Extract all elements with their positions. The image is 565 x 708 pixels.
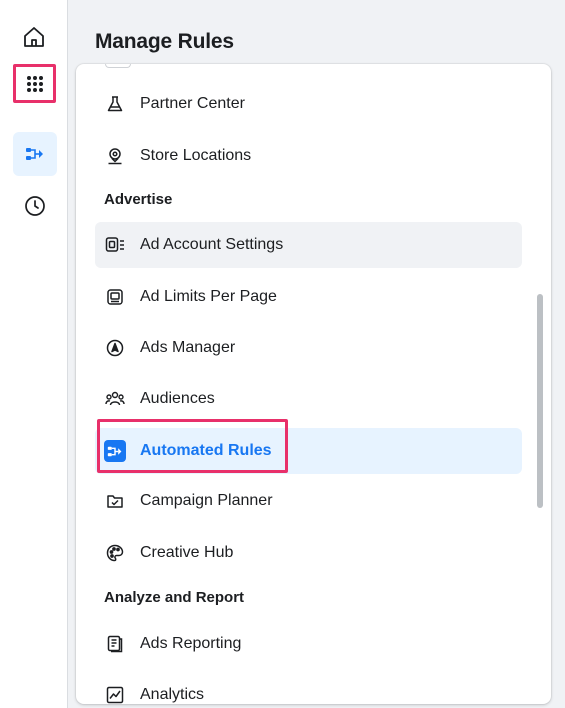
left-rail xyxy=(0,0,68,708)
ad-account-settings-icon xyxy=(104,234,126,256)
campaign-planner-icon xyxy=(104,490,126,512)
section-heading-analyze-and-report: Analyze and Report xyxy=(104,589,245,606)
home-button[interactable] xyxy=(21,24,47,50)
automated-rules-rail-button[interactable] xyxy=(13,132,57,176)
menu-item-label: Audiences xyxy=(140,390,215,407)
menu-item-label: Ad Account Settings xyxy=(140,236,284,253)
report-icon xyxy=(104,633,126,655)
all-tools-button[interactable] xyxy=(21,70,49,98)
page-title: Manage Rules xyxy=(95,30,234,53)
menu-item-label: Analytics xyxy=(140,686,205,703)
people-icon xyxy=(104,388,126,410)
flask-icon xyxy=(104,93,126,115)
menu-item-store-locations[interactable]: Store Locations xyxy=(95,133,522,179)
palette-icon xyxy=(104,542,126,564)
menu-item-label: Ads Reporting xyxy=(140,635,242,652)
section-heading-advertise: Advertise xyxy=(104,191,173,208)
menu-item-label: Ad Limits Per Page xyxy=(140,288,277,305)
menu-item-label: Store Locations xyxy=(140,147,252,164)
menu-item-label: Ads Manager xyxy=(140,339,236,356)
menu-scrollbar[interactable] xyxy=(537,294,543,508)
menu-item-ads-reporting[interactable]: Ads Reporting xyxy=(95,621,522,667)
recent-activity-button[interactable] xyxy=(22,193,48,219)
menu-item-partner-center[interactable]: Partner Center xyxy=(95,81,522,127)
clipped-menu-item xyxy=(105,64,131,68)
main-area: Manage Rules Partner Center Store Locati… xyxy=(68,0,565,708)
menu-item-campaign-planner[interactable]: Campaign Planner xyxy=(95,478,522,524)
clock-icon xyxy=(25,196,45,216)
menu-item-label: Campaign Planner xyxy=(140,492,273,509)
automated-rules-highlight xyxy=(97,419,288,473)
menu-item-analytics[interactable]: Analytics xyxy=(95,672,522,704)
menu-item-label: Creative Hub xyxy=(140,544,234,561)
menu-item-label: Partner Center xyxy=(140,95,245,112)
menu-item-ad-limits-per-page[interactable]: Ad Limits Per Page xyxy=(95,274,522,320)
menu-item-ad-account-settings[interactable]: Ad Account Settings xyxy=(95,222,522,268)
all-tools-menu: Partner Center Store Locations Advertise xyxy=(76,64,551,704)
menu-item-audiences[interactable]: Audiences xyxy=(95,376,522,422)
line-chart-icon xyxy=(104,684,126,704)
automated-rules-icon xyxy=(26,148,43,160)
home-icon xyxy=(24,27,44,47)
compass-icon xyxy=(104,337,126,359)
menu-item-ads-manager[interactable]: Ads Manager xyxy=(95,325,522,371)
menu-item-creative-hub[interactable]: Creative Hub xyxy=(95,530,522,576)
location-pin-icon xyxy=(104,145,126,167)
all-tools-icon xyxy=(27,76,43,92)
ad-limits-icon xyxy=(104,286,126,308)
